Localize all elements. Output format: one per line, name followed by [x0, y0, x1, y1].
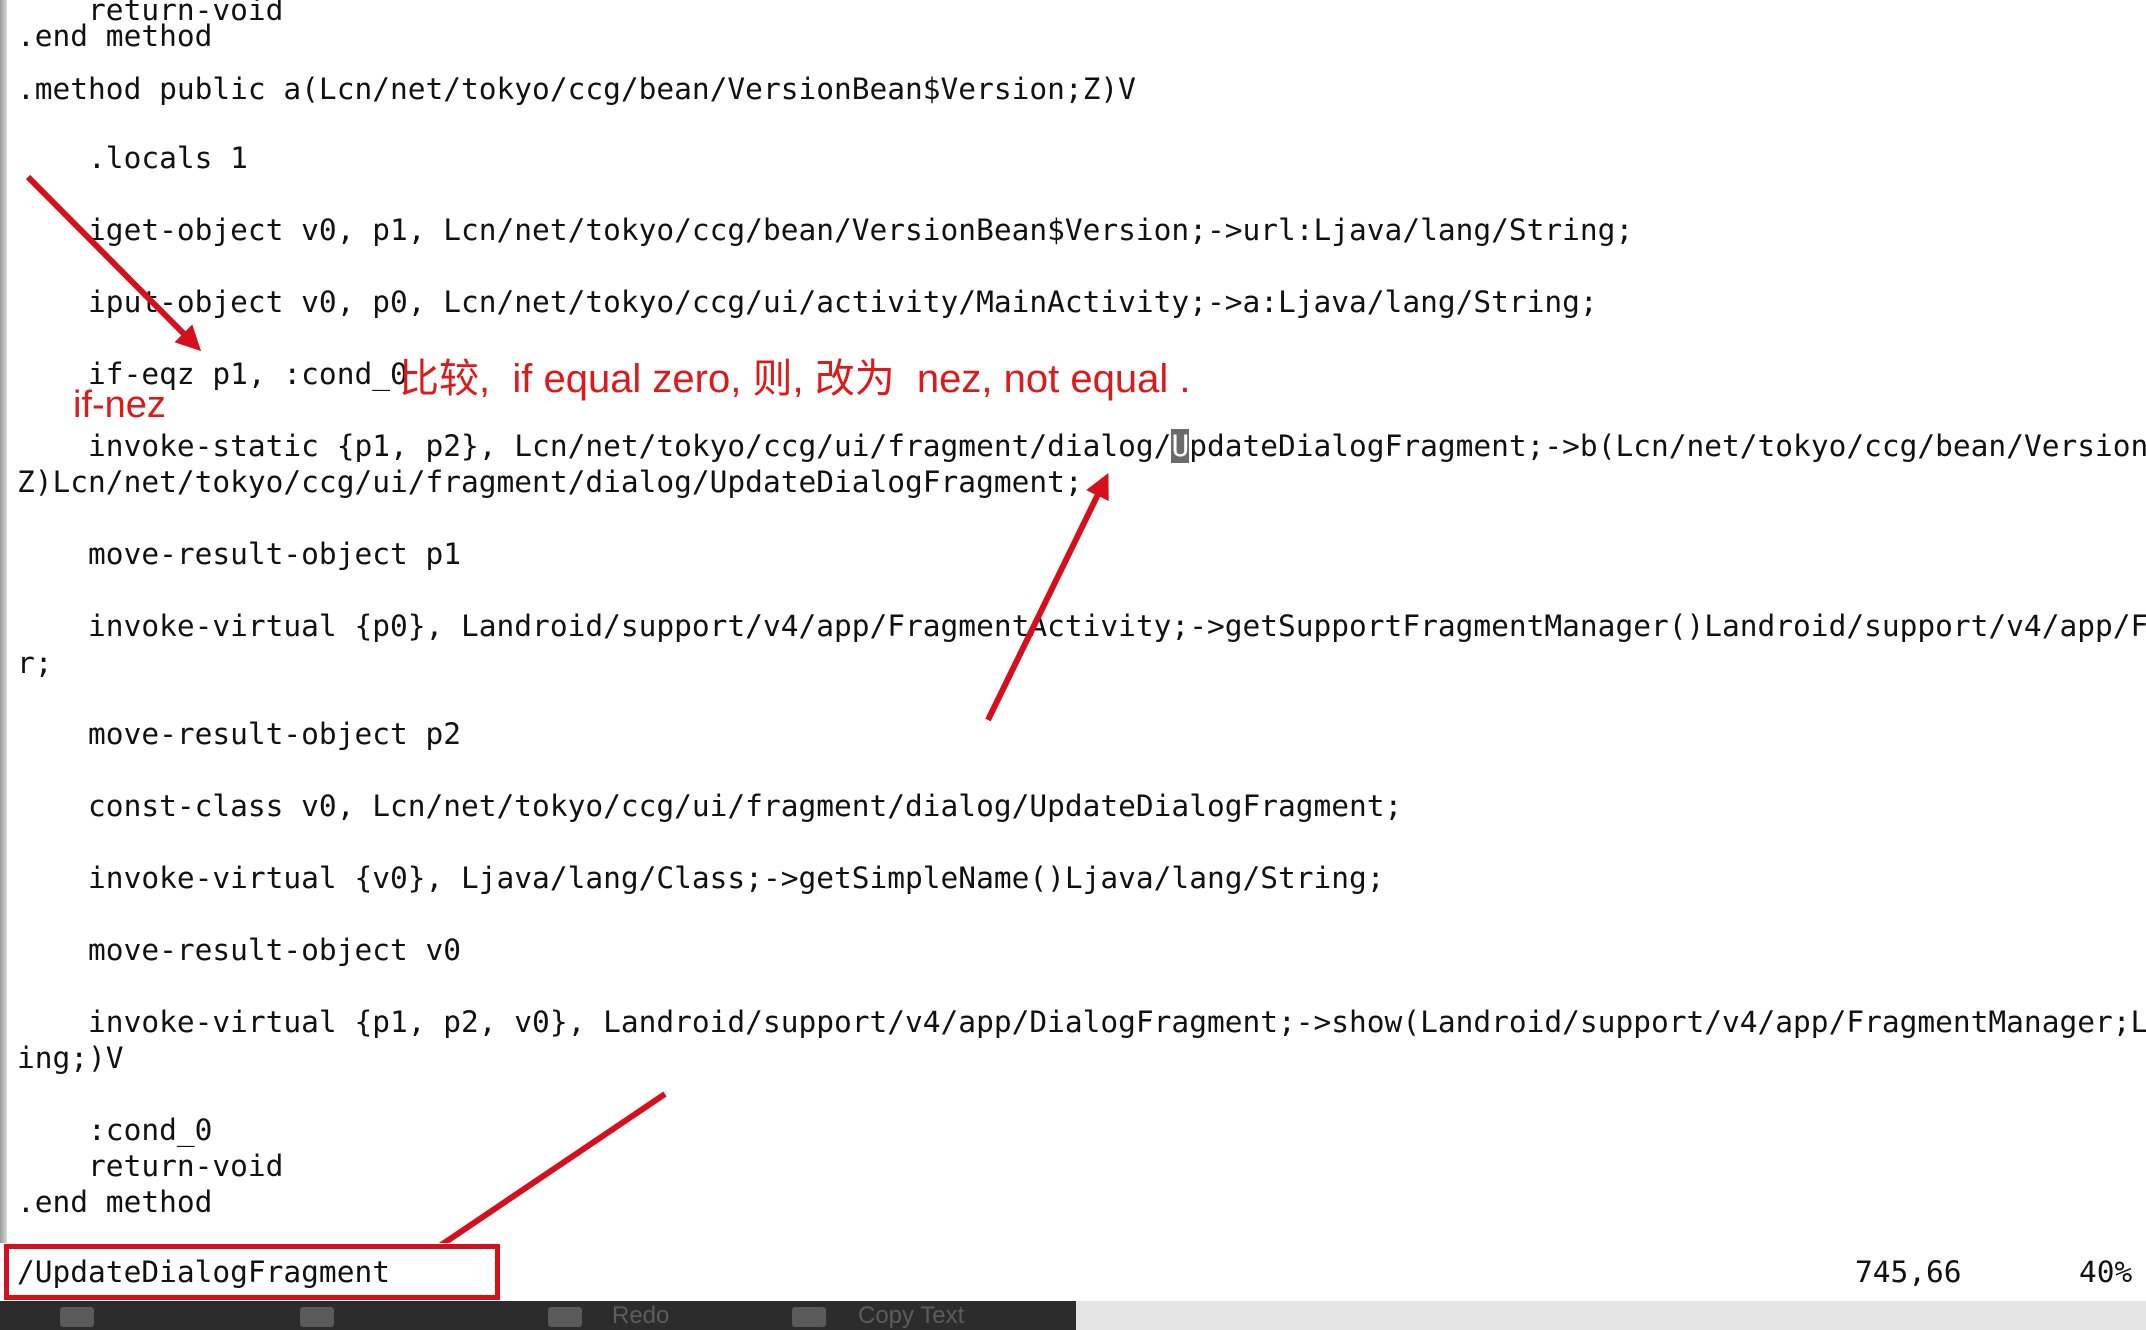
copy-icon[interactable]	[792, 1307, 826, 1327]
taskbar: Redo Copy Text	[0, 1301, 1076, 1330]
cursor-position: 745,66	[1855, 1255, 1962, 1289]
terminal-window[interactable]: return-void .end method .method public a…	[0, 0, 2146, 1330]
search-highlight-box	[4, 1244, 500, 1300]
arrow-to-cursor	[985, 472, 1109, 722]
taskbar-item-redo[interactable]: Redo	[612, 1301, 669, 1330]
annotation-arrows	[25, 174, 1109, 1268]
taskbar-item-copy-text[interactable]: Copy Text	[858, 1301, 964, 1330]
scroll-percent: 40%	[2079, 1255, 2133, 1289]
redo-icon[interactable]	[548, 1307, 582, 1327]
arrow-to-search	[407, 1091, 667, 1268]
desktop-area	[1076, 1301, 2146, 1330]
app-icon[interactable]	[60, 1307, 94, 1327]
arrow-to-if-eqz	[25, 174, 202, 352]
app-icon[interactable]	[300, 1307, 334, 1327]
